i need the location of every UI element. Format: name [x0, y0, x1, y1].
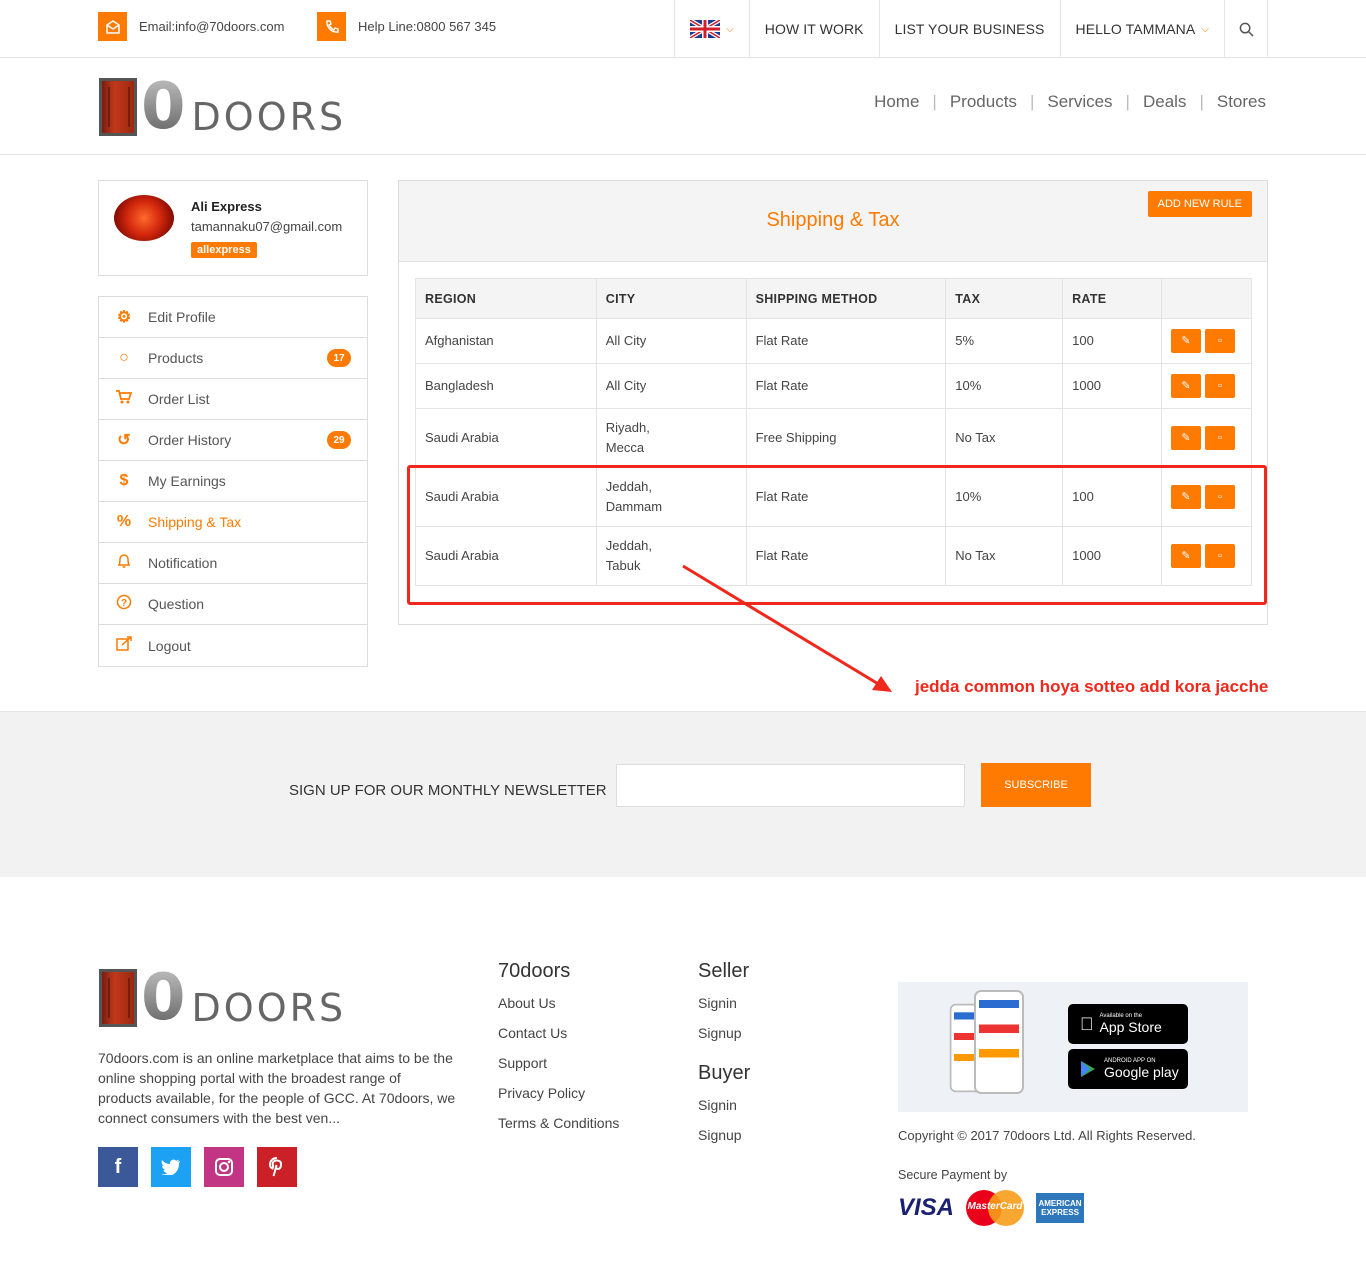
- payment-logos: VISA MasterCard AMERICAN EXPRESS: [898, 1190, 1085, 1226]
- visa-logo: VISA: [898, 1194, 955, 1221]
- footer-link-buyer-signup[interactable]: Signup: [698, 1125, 750, 1155]
- footer-col-title: Seller: [698, 960, 750, 982]
- google-play-label: Google play: [1104, 1064, 1179, 1080]
- google-play-icon: [1081, 1061, 1095, 1077]
- footer-col-title: 70doors: [498, 960, 571, 982]
- footer-col-buyer: Buyer Signin Signup: [698, 1062, 750, 1155]
- copyright-text: Copyright © 2017 70doors Ltd. All Rights…: [898, 1128, 1196, 1143]
- logo-number: 0: [141, 961, 186, 1035]
- amex-logo: AMERICAN EXPRESS: [1036, 1193, 1085, 1223]
- phone-mockup: [974, 990, 1024, 1094]
- footer-about-text: 70doors.com is an online marketplace tha…: [98, 1050, 456, 1126]
- google-play-button[interactable]: ANDROID APP ON Google play: [1068, 1049, 1188, 1089]
- twitter-icon[interactable]: [151, 1147, 191, 1187]
- footer-link-contact-us[interactable]: Contact Us: [498, 1023, 619, 1053]
- footer-logo[interactable]: 0 DOORS: [99, 961, 347, 1035]
- apple-icon: : [1080, 1014, 1094, 1035]
- footer-link-buyer-signin[interactable]: Signin: [698, 1095, 750, 1125]
- footer-link-seller-signin[interactable]: Signin: [698, 993, 749, 1023]
- logo-word: DOORS: [191, 986, 347, 1030]
- footer-link-seller-signup[interactable]: Signup: [698, 1023, 749, 1053]
- footer-link-terms[interactable]: Terms & Conditions: [498, 1113, 619, 1143]
- instagram-icon[interactable]: [204, 1147, 244, 1187]
- footer-col-title: Buyer: [698, 1062, 751, 1084]
- secure-payment-label: Secure Payment by: [898, 1168, 1008, 1182]
- footer-link-support[interactable]: Support: [498, 1053, 619, 1083]
- pinterest-icon[interactable]: [257, 1147, 297, 1187]
- app-store-button[interactable]:  Available on theApp Store: [1068, 1004, 1188, 1044]
- newsletter-section: SIGN UP FOR OUR MONTHLY NEWSLETTER SUBSC…: [0, 711, 1366, 877]
- social-links: f: [98, 1147, 297, 1187]
- footer-link-about-us[interactable]: About Us: [498, 993, 619, 1023]
- mastercard-text: MasterCard: [967, 1201, 1023, 1212]
- annotation-note: jedda common hoya sotteo add kora jacche: [915, 677, 1269, 696]
- mastercard-logo: MasterCard: [966, 1190, 1025, 1226]
- footer-link-privacy-policy[interactable]: Privacy Policy: [498, 1083, 619, 1113]
- footer-col-seller: Seller Signin Signup: [698, 960, 749, 1053]
- newsletter-email-input[interactable]: [616, 764, 965, 807]
- app-store-label: App Store: [1086, 1019, 1162, 1035]
- subscribe-button[interactable]: SUBSCRIBE: [981, 763, 1091, 807]
- facebook-icon[interactable]: f: [98, 1147, 138, 1187]
- door-graphic: [99, 969, 137, 1027]
- amex-text: AMERICAN EXPRESS: [1038, 1199, 1082, 1217]
- newsletter-label: SIGN UP FOR OUR MONTHLY NEWSLETTER: [289, 782, 607, 799]
- mobile-app-promo:  Available on theApp Store ANDROID APP …: [898, 982, 1248, 1112]
- footer-col-70doors: 70doors About Us Contact Us Support Priv…: [498, 960, 619, 1143]
